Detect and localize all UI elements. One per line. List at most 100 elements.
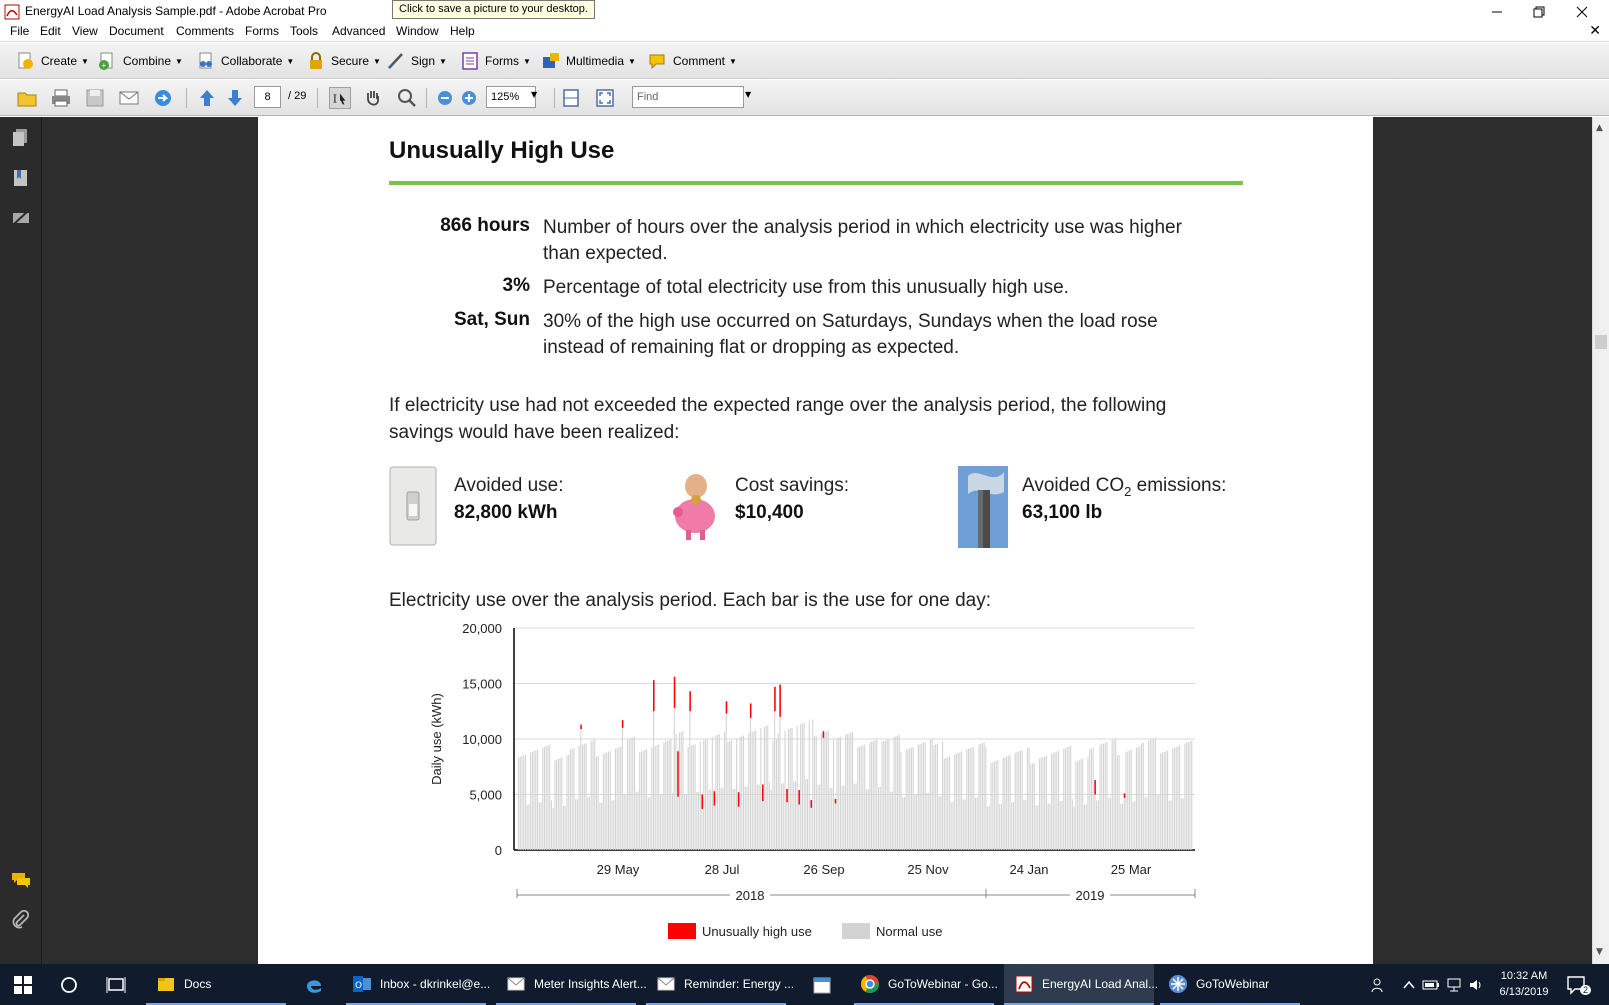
network-icon[interactable] [1446,964,1464,1005]
taskbar-item-meter-alert[interactable]: Meter Insights Alert... [496,964,647,1005]
menu-window[interactable]: Window [396,24,439,38]
taskbar-item-calendar[interactable] [812,964,840,1005]
zoom-out-icon[interactable] [434,87,456,109]
create-button[interactable]: Create ▼ [16,50,89,72]
people-icon[interactable] [1370,964,1388,1005]
document-close-icon[interactable]: ✕ [1589,23,1601,39]
vertical-scrollbar[interactable]: ▲ ▼ [1592,117,1609,964]
normal-use-bar [924,742,926,850]
start-button[interactable] [14,964,32,1005]
folder-icon [158,977,174,991]
menu-forms[interactable]: Forms [245,24,279,38]
sign-button[interactable]: Sign ▼ [386,50,447,72]
close-button[interactable] [1560,0,1604,24]
document-viewer[interactable]: Unusually High Use 866 hours Number of h… [42,117,1592,964]
share-icon[interactable] [152,87,174,109]
previous-page-icon[interactable] [196,87,218,109]
find-input[interactable]: Find [632,86,744,108]
sign-label: Sign [411,54,436,68]
taskbar-item-label: Docs [184,976,212,991]
select-text-icon[interactable]: I [329,87,351,109]
piggy-bank-icon [668,466,718,546]
chevron-down-icon[interactable]: ▼ [745,90,751,99]
normal-use-bar [717,734,719,850]
multimedia-button[interactable]: Multimedia ▼ [541,50,636,72]
attachments-icon[interactable] [10,909,32,931]
next-page-icon[interactable] [224,87,246,109]
taskbar-item-acrobat[interactable]: EnergyAI Load Anal... [1004,964,1158,1005]
scrollbar-thumb[interactable] [1595,335,1607,349]
scroll-up-icon[interactable]: ▲ [1596,123,1603,133]
clock-date: 6/13/2019 [1499,986,1549,998]
battery-icon[interactable] [1422,964,1440,1005]
menu-help[interactable]: Help [450,24,475,38]
normal-use-bar [789,728,791,850]
bookmarks-icon[interactable] [10,167,32,189]
open-folder-icon[interactable] [16,87,38,109]
taskbar-item-chrome[interactable]: GoToWebinar - Go... [854,964,998,1005]
normal-use-bar [1139,746,1141,850]
save-icon[interactable] [84,87,106,109]
menu-advanced[interactable]: Advanced [332,24,385,38]
lock-icon [310,52,322,69]
comments-panel-icon[interactable] [10,869,32,891]
system-clock[interactable]: 10:32 AM 6/13/2019 [1488,968,1560,1000]
secure-button[interactable]: Secure ▼ [306,50,381,72]
normal-use-bar [575,799,577,850]
menu-file[interactable]: File [10,24,29,38]
pages-icon[interactable] [10,127,32,149]
menu-tools[interactable]: Tools [290,24,318,38]
menu-edit[interactable]: Edit [40,24,61,38]
menu-document[interactable]: Document [109,24,164,38]
normal-use-bar [886,739,888,850]
create-label: Create [41,54,78,68]
show-hidden-icons-button[interactable] [1402,964,1416,1005]
windows-taskbar: Docs O Inbox - dkrinkel@e... Meter Insig… [0,964,1609,1005]
svg-text:O: O [355,981,362,991]
taskbar-item-gotowebinar[interactable]: GoToWebinar [1160,964,1300,1005]
normal-use-bar [689,711,691,850]
hand-tool-icon[interactable] [362,87,384,109]
normal-use-bar [807,778,809,850]
chevron-down-icon[interactable]: ▼ [531,90,537,99]
menu-comments[interactable]: Comments [176,24,234,38]
taskbar-item-edge[interactable] [304,964,332,1005]
zoom-level-select[interactable]: 125% [486,86,536,108]
marquee-zoom-icon[interactable] [396,87,418,109]
taskbar-item-outlook-inbox[interactable]: O Inbox - dkrinkel@e... [346,964,490,1005]
email-icon[interactable] [118,87,140,109]
print-icon[interactable] [50,87,72,109]
minimize-button[interactable] [1475,0,1519,24]
cortana-button[interactable] [60,964,78,1005]
notification-badge: 2 [1580,985,1592,995]
fit-page-icon[interactable] [560,87,582,109]
normal-use-bar [1014,752,1016,850]
normal-use-bar [1097,800,1099,850]
restore-button[interactable] [1517,0,1561,24]
task-view-button[interactable] [106,964,126,1005]
page-number-input[interactable]: 8 [254,86,281,108]
combine-button[interactable]: + Combine ▼ [98,50,183,72]
forms-button[interactable]: Forms ▼ [460,50,531,72]
scroll-down-icon[interactable]: ▼ [1596,947,1603,957]
taskbar-item-reminder[interactable]: Reminder: Energy ... [646,964,794,1005]
normal-use-bar [969,748,971,850]
full-screen-icon[interactable] [594,87,616,109]
normal-use-bar [538,802,540,850]
taskbar-item-docs[interactable]: Docs [146,964,286,1005]
zoom-in-icon[interactable] [458,87,480,109]
action-center-button[interactable]: 2 [1566,964,1592,1005]
collaborate-button[interactable]: Collaborate ▼ [196,50,294,72]
combine-label: Combine [123,54,172,68]
menu-view[interactable]: View [72,24,98,38]
normal-use-bar [867,789,869,850]
signatures-icon[interactable] [10,207,32,229]
normal-use-bar [801,723,803,850]
normal-use-bar [670,739,672,850]
normal-use-bar [687,746,689,850]
savings-value: 82,800 kWh [454,502,558,523]
comment-button[interactable]: Comment ▼ [648,50,737,72]
volume-icon[interactable] [1468,964,1486,1005]
normal-use-bar [604,753,606,850]
normal-use-bar [569,749,571,850]
